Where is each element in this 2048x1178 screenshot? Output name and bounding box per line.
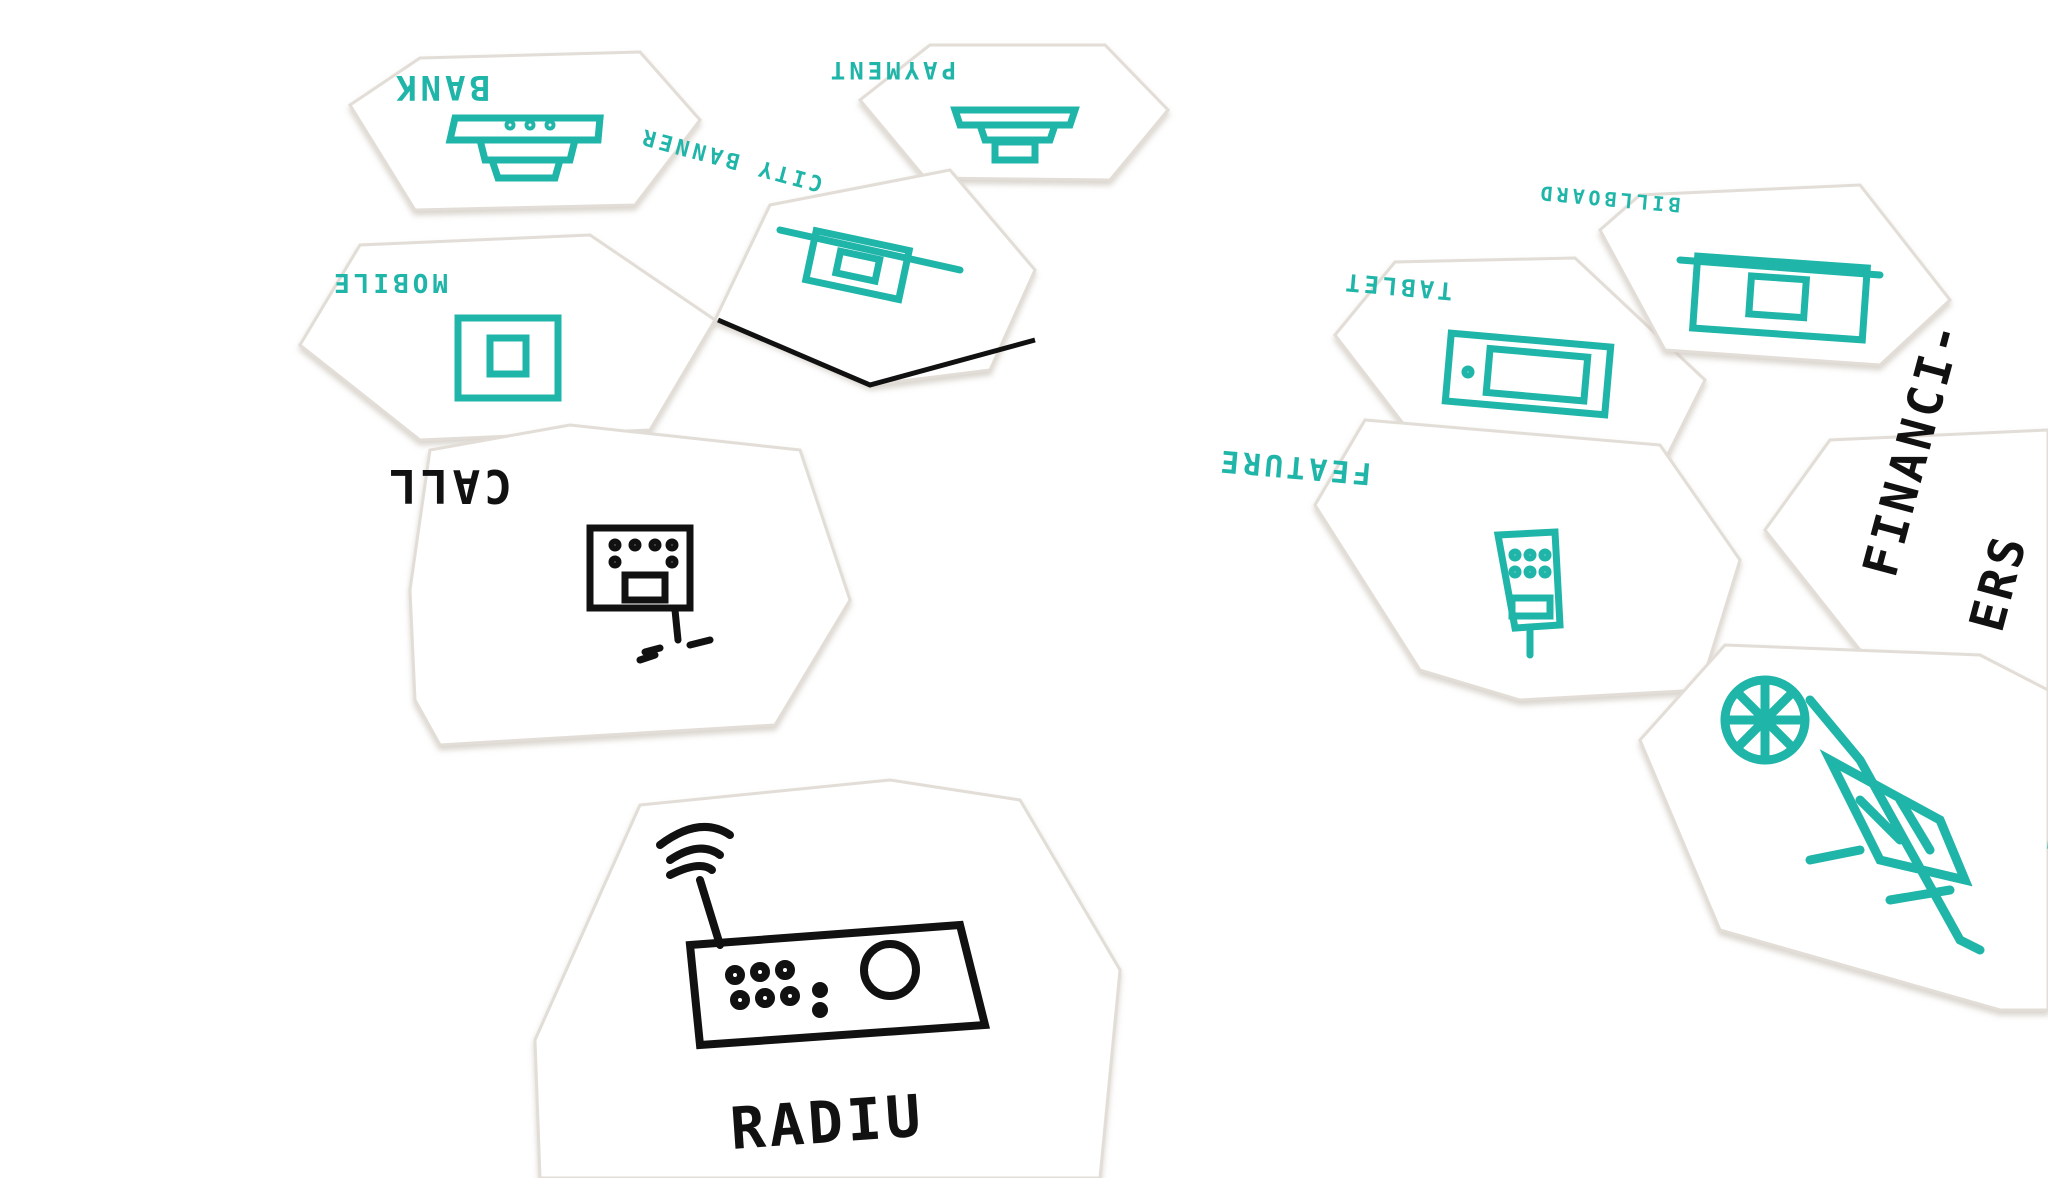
tile-payment-label: PAYMENT — [827, 56, 956, 84]
tile-bank-label: BANK — [392, 67, 490, 107]
tile-feature: FEATURE — [1216, 418, 1742, 702]
tile-call-label: CALL — [385, 459, 512, 513]
tile-call: CALL — [385, 423, 852, 747]
tile-payment: PAYMENT — [827, 43, 1171, 182]
tile-mobile: MOBILE — [298, 233, 718, 442]
tile-billboard-label: BILLBOARD — [1536, 181, 1682, 217]
tile-fair: FAIR — [1638, 643, 2048, 1012]
tile-radio: RADIU — [533, 778, 1122, 1178]
tile-financial: FINANCI- ERS — [1763, 314, 2048, 697]
whiteboard-tiles-scene: BANK PAYMENT CITY BANNER MOBILE CALL RAD… — [298, 43, 2048, 1178]
tile-mobile-label: MOBILE — [330, 267, 448, 297]
tile-radio-label: RADIU — [728, 1082, 927, 1163]
